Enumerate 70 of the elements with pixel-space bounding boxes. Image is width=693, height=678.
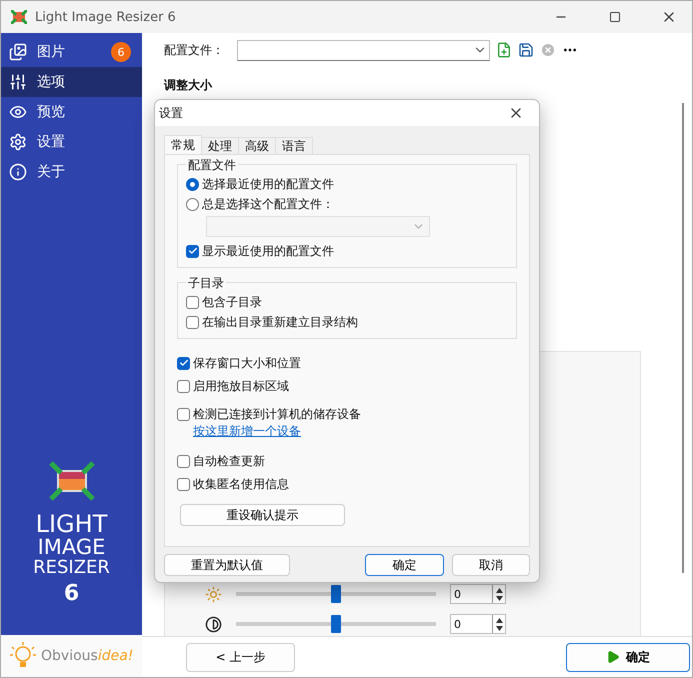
play-icon [606, 650, 620, 664]
up-arrow-icon[interactable] [496, 588, 502, 592]
ok-button[interactable]: 确定 [566, 642, 690, 672]
checkbox[interactable] [177, 408, 190, 420]
checkbox-label: 在输出目录重新建立目录结构 [202, 314, 358, 330]
maximize-icon [609, 11, 621, 23]
radio-label: 总是选择这个配置文件： [202, 196, 334, 212]
back-button[interactable]: < 上一步 [186, 642, 295, 672]
pictures-icon [9, 43, 27, 61]
logo-icon [48, 461, 94, 501]
checkbox-label: 收集匿名使用信息 [193, 476, 289, 492]
logo-text: IMAGE [38, 537, 106, 558]
profile-label: 配置文件： [164, 42, 225, 58]
sidebar-item[interactable]: 设置 [1, 127, 142, 157]
sidebar-item[interactable]: 图片 6 [1, 37, 142, 67]
slider-thumb[interactable] [331, 615, 341, 633]
sidebar-item[interactable]: 选项 [1, 67, 142, 97]
down-arrow-icon[interactable] [496, 596, 502, 600]
dialog-title: 设置 [159, 104, 183, 122]
tab[interactable]: 处理 [201, 137, 239, 154]
brightness-icon [205, 586, 222, 602]
checkbox-label: 自动检查更新 [193, 452, 265, 470]
checkbox-label: 包含子目录 [202, 294, 262, 310]
radio-label: 选择最近使用的配置文件 [202, 176, 334, 192]
checkbox-label: 保存窗口大小和位置 [193, 354, 301, 372]
new-file-icon[interactable] [496, 42, 512, 58]
checkbox[interactable] [186, 316, 199, 328]
checkbox-label: 启用拖放目标区域 [193, 378, 289, 394]
logo-text: RESIZER [33, 559, 110, 577]
checkbox[interactable] [186, 296, 199, 308]
checkbox[interactable] [177, 454, 190, 468]
checkbox-label: 检测已连接到计算机的储存设备 [193, 406, 361, 422]
group-title: 配置文件 [186, 157, 238, 174]
checkbox[interactable] [177, 380, 190, 392]
contrast-icon [205, 616, 222, 632]
window-title: Light Image Resizer 6 [35, 10, 177, 24]
number-field[interactable]: 0 [450, 614, 506, 634]
down-arrow-icon[interactable] [496, 626, 502, 630]
radio-button[interactable] [186, 198, 199, 210]
count-badge: 6 [111, 42, 131, 62]
sidebar-item[interactable]: 预览 [1, 97, 142, 127]
slider-thumb[interactable] [331, 585, 341, 603]
dialog-button[interactable]: 确定 [365, 554, 444, 576]
tab[interactable]: 高级 [238, 137, 276, 154]
profile-dropdown[interactable] [237, 40, 490, 60]
eye-icon [9, 103, 27, 121]
checkbox[interactable] [177, 478, 190, 490]
sliders-icon [9, 73, 27, 91]
radio-button[interactable] [186, 178, 199, 190]
save-icon[interactable] [518, 42, 534, 58]
sidebar-item[interactable]: 关于 [1, 157, 142, 187]
section-heading: 调整大小 [164, 77, 214, 94]
number-field[interactable]: 0 [450, 584, 506, 604]
dialog-button[interactable]: 重置为默认值 [164, 554, 290, 576]
reset-prompts-button[interactable]: 重设确认提示 [180, 504, 345, 526]
dialog-button[interactable]: 取消 [452, 554, 530, 576]
brand-text: Obvious [41, 648, 98, 664]
settings-icon [9, 133, 27, 151]
logo-text: LIGHT [36, 512, 108, 536]
checkbox-label: 显示最近使用的配置文件 [202, 242, 334, 260]
logo-text: 6 [64, 583, 80, 605]
tab[interactable]: 常规 [164, 135, 202, 154]
add-device-link[interactable]: 按这里新增一个设备 [193, 422, 301, 440]
info-icon [9, 163, 27, 181]
brand-text: idea! [98, 648, 134, 664]
app-logo-icon [11, 10, 27, 24]
up-arrow-icon[interactable] [496, 618, 502, 622]
tab[interactable]: 语言 [275, 137, 313, 154]
checkbox[interactable] [186, 244, 199, 258]
checkbox[interactable] [177, 356, 190, 370]
